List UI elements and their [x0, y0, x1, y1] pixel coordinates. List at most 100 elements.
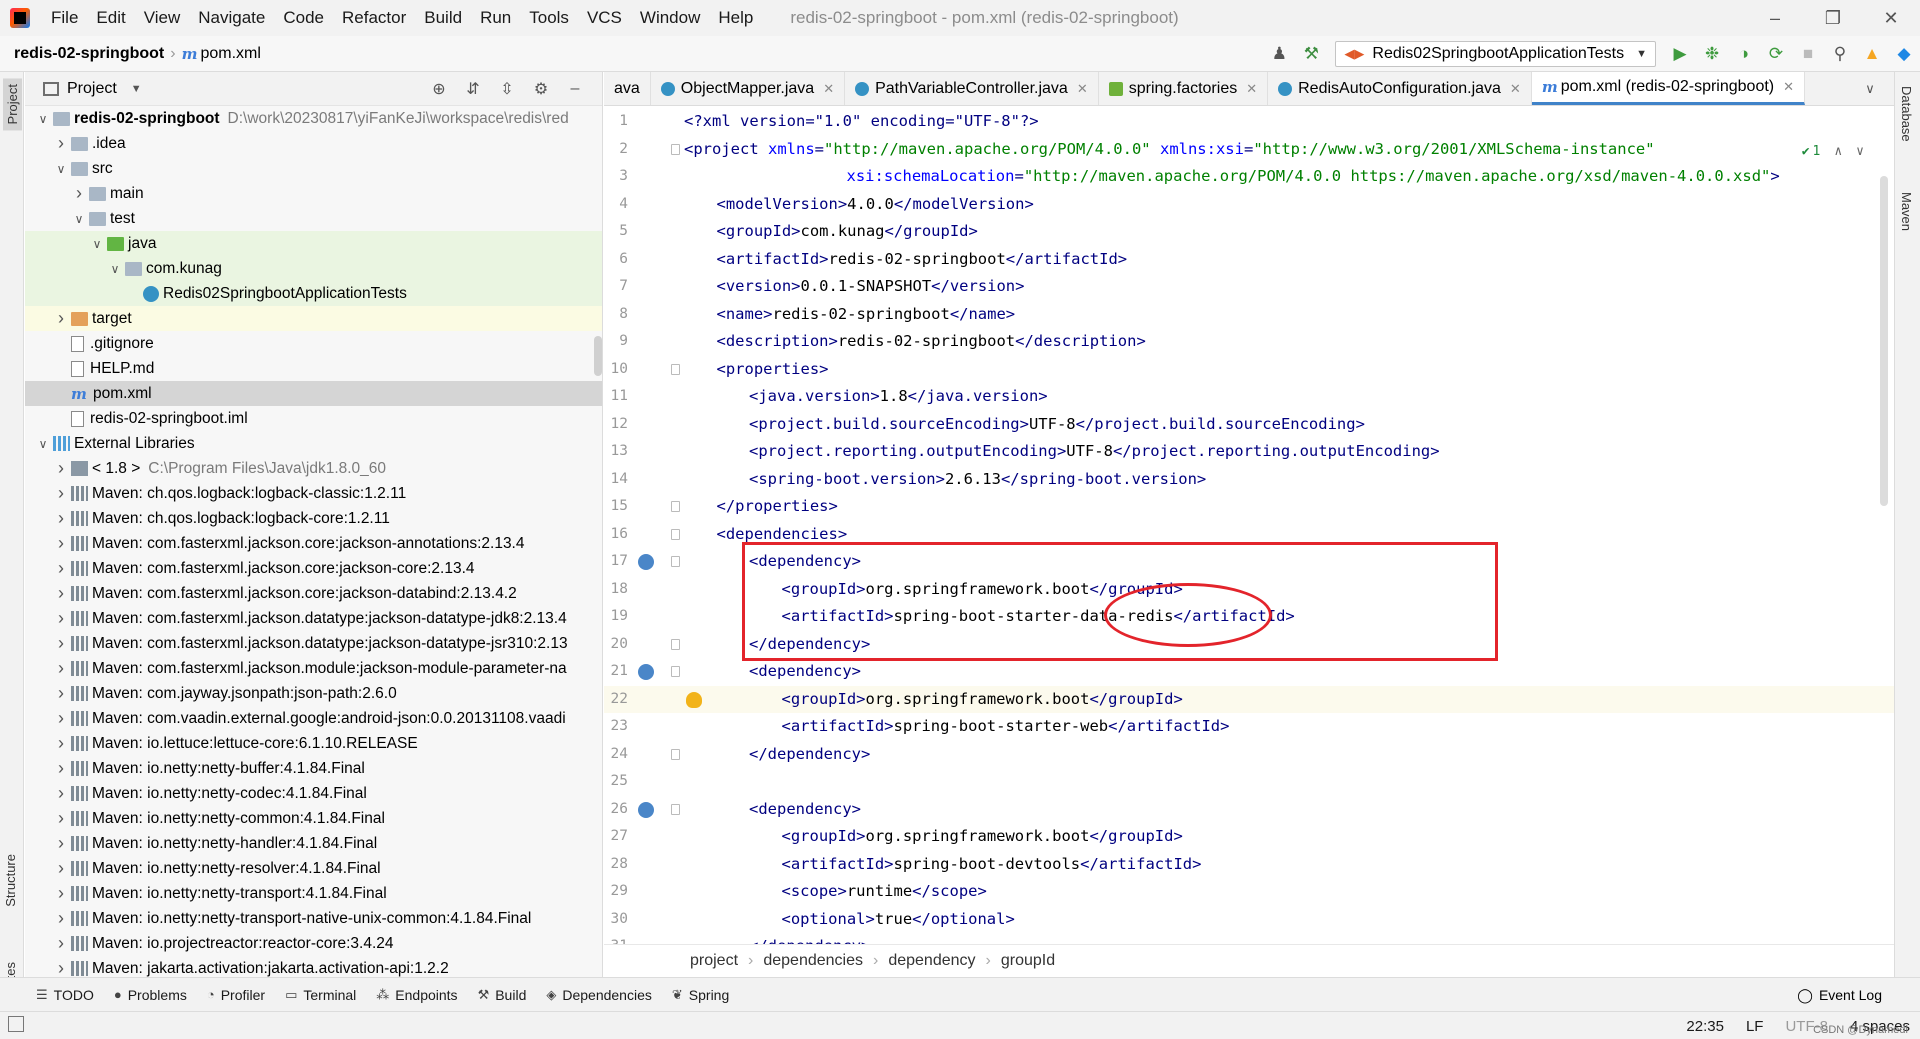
chevron-down-icon[interactable]: ▼ — [131, 83, 142, 95]
tree-item-gitignore[interactable]: .gitignore — [25, 331, 602, 356]
code-line[interactable]: 23 <artifactId>spring-boot-starter-web</a… — [604, 713, 1894, 741]
tool-dependencies-button[interactable]: ◈ Dependencies — [546, 987, 652, 1003]
tabs-dropdown-icon[interactable]: ∨ — [1846, 72, 1894, 105]
tool-windows-toggle-icon[interactable] — [8, 1016, 24, 1032]
stop-icon[interactable]: ■ — [1794, 40, 1822, 68]
update-icon[interactable]: ▲ — [1858, 40, 1886, 68]
menu-refactor[interactable]: Refactor — [333, 0, 415, 36]
tree-item-redis-02-springboot[interactable]: ∨ redis-02-springboot D:\work\20230817\yiF… — [25, 106, 602, 131]
code-line[interactable]: 1 <?xml version="1.0" encoding="UTF-8"?> — [604, 108, 1894, 136]
project-view-select[interactable]: Project — [67, 80, 117, 98]
code-line[interactable]: 5 <groupId>com.kunag</groupId> — [604, 218, 1894, 246]
chevron-right-icon[interactable]: › — [53, 758, 69, 779]
tree-item-main[interactable]: › main — [25, 181, 602, 206]
chevron-right-icon[interactable]: › — [53, 608, 69, 629]
chevron-right-icon[interactable]: › — [53, 783, 69, 804]
tree-item-help-md[interactable]: HELP.md — [25, 356, 602, 381]
tree-item-maven-io-netty-netty-transport-4-1-84-final[interactable]: › Maven: io.netty:netty-transport:4.1.84.… — [25, 881, 602, 906]
tree-item-maven-com-vaadin-external-google-android-json-0-0-20131108-vaadi[interactable]: › Maven: com.vaadin.external.google:andro… — [25, 706, 602, 731]
tree-item-1-8[interactable]: › < 1.8 > C:\Program Files\Java\jdk1.8.0_6… — [25, 456, 602, 481]
code-line[interactable]: 11 <java.version>1.8</java.version> — [604, 383, 1894, 411]
tool-build-button[interactable]: ⚒ Build — [478, 987, 527, 1003]
chevron-down-icon[interactable]: ∨ — [107, 262, 123, 276]
tree-item-maven-com-fasterxml-jackson-core-jackson-core-2-13-4[interactable]: › Maven: com.fasterxml.jackson.core:jacks… — [25, 556, 602, 581]
jetbrains-toolbox-icon[interactable]: ◆ — [1890, 40, 1918, 68]
code-line[interactable]: 15 </properties> — [604, 493, 1894, 521]
chevron-right-icon[interactable]: › — [53, 633, 69, 654]
tree-item-maven-io-netty-netty-resolver-4-1-84-final[interactable]: › Maven: io.netty:netty-resolver:4.1.84.F… — [25, 856, 602, 881]
chevron-right-icon[interactable]: › — [53, 558, 69, 579]
code-line[interactable]: 28 <artifactId>spring-boot-devtools</arti… — [604, 851, 1894, 879]
code-line[interactable]: 6 <artifactId>redis-02-springboot</artifa… — [604, 246, 1894, 274]
code-line[interactable]: 14 <spring-boot.version>2.6.13</spring-bo… — [604, 466, 1894, 494]
minimize-icon[interactable]: – — [1746, 0, 1804, 36]
xml-breadcrumb-dependencies[interactable]: dependencies — [763, 952, 863, 970]
tree-item-maven-jakarta-activation-jakarta-activation-api-1-2-2[interactable]: › Maven: jakarta.activation:jakarta.activ… — [25, 956, 602, 977]
tree-item-maven-io-netty-netty-codec-4-1-84-final[interactable]: › Maven: io.netty:netty-codec:4.1.84.Fina… — [25, 781, 602, 806]
code-area[interactable]: ✔ 1 ∧ ∨ 1 <?xml version="1.0" encoding="U… — [604, 106, 1894, 944]
code-line[interactable]: 21 <dependency> — [604, 658, 1894, 686]
build-hammer-icon[interactable]: ⚒ — [1297, 40, 1325, 68]
tool-todo-button[interactable]: ☰ TODO — [36, 987, 94, 1003]
hide-panel-icon[interactable]: – — [561, 75, 589, 103]
tool-spring-button[interactable]: ❦ Spring — [672, 987, 729, 1003]
profile-icon[interactable]: ⟳ — [1762, 40, 1790, 68]
user-icon[interactable]: ♟ — [1265, 40, 1293, 68]
code-line[interactable]: 12 <project.build.sourceEncoding>UTF-8</p… — [604, 411, 1894, 439]
chevron-down-icon[interactable]: ∨ — [35, 437, 51, 451]
close-icon[interactable]: ✕ — [1510, 81, 1521, 97]
tree-item-java[interactable]: ∨ java — [25, 231, 602, 256]
tree-item-com-kunag[interactable]: ∨ com.kunag — [25, 256, 602, 281]
tree-item-redis-02-springboot-iml[interactable]: redis-02-springboot.iml — [25, 406, 602, 431]
dependency-gutter-icon[interactable] — [638, 664, 654, 680]
tree-item-maven-ch-qos-logback-logback-core-1-2-11[interactable]: › Maven: ch.qos.logback:logback-core:1.2.… — [25, 506, 602, 531]
gear-icon[interactable]: ⚙ — [527, 75, 555, 103]
menu-navigate[interactable]: Navigate — [189, 0, 274, 36]
code-line[interactable]: 2 <project xmlns="http://maven.apache.org… — [604, 136, 1894, 164]
tree-item-target[interactable]: › target — [25, 306, 602, 331]
lightbulb-icon[interactable] — [686, 691, 702, 708]
chevron-right-icon[interactable]: › — [53, 858, 69, 879]
dependency-gutter-icon[interactable] — [638, 801, 654, 818]
run-configuration-select[interactable]: ◀▶ Redis02SpringbootApplicationTests ▼ — [1335, 41, 1656, 67]
tree-item-maven-io-projectreactor-reactor-core-3-4-24[interactable]: › Maven: io.projectreactor:reactor-core:3… — [25, 931, 602, 956]
chevron-right-icon[interactable]: › — [53, 658, 69, 679]
run-icon[interactable]: ▶ — [1666, 40, 1694, 68]
code-line[interactable]: 9 <description>redis-02-springboot</descr… — [604, 328, 1894, 356]
chevron-right-icon[interactable]: › — [53, 883, 69, 904]
tree-item-maven-com-fasterxml-jackson-module-jackson-module-parameter-na[interactable]: › Maven: com.fasterxml.jackson.module:jac… — [25, 656, 602, 681]
chevron-right-icon[interactable]: › — [53, 133, 69, 154]
close-icon[interactable]: ✕ — [1077, 81, 1088, 97]
code-line[interactable]: 13 <project.reporting.outputEncoding>UTF-… — [604, 438, 1894, 466]
tree-item-maven-ch-qos-logback-logback-classic-1-2-11[interactable]: › Maven: ch.qos.logback:logback-classic:1… — [25, 481, 602, 506]
tree-item-maven-com-fasterxml-jackson-core-jackson-databind-2-13-4-2[interactable]: › Maven: com.fasterxml.jackson.core:jacks… — [25, 581, 602, 606]
code-line[interactable]: 3 xsi:schemaLocation="http://maven.apache… — [604, 163, 1894, 191]
debug-icon[interactable]: ❉ — [1698, 40, 1726, 68]
scrollbar[interactable] — [594, 336, 602, 376]
tree-item-maven-com-fasterxml-jackson-datatype-jackson-datatype-jsr310-2-13[interactable]: › Maven: com.fasterxml.jackson.datatype:j… — [25, 631, 602, 656]
tab-spring-factories[interactable]: spring.factories ✕ — [1099, 72, 1269, 105]
tool-endpoints-button[interactable]: ⁂ Endpoints — [376, 987, 457, 1003]
tree-item-maven-io-netty-netty-common-4-1-84-final[interactable]: › Maven: io.netty:netty-common:4.1.84.Fin… — [25, 806, 602, 831]
caret-position[interactable]: 22:35 — [1686, 1018, 1724, 1035]
tab-pom-xml-redis-02-springboot[interactable]: m pom.xml (redis-02-springboot) ✕ — [1531, 72, 1806, 105]
code-line[interactable]: 25 — [604, 768, 1894, 796]
code-line[interactable]: 4 <modelVersion>4.0.0</modelVersion> — [604, 191, 1894, 219]
fold-marker-icon[interactable] — [671, 363, 680, 375]
fold-marker-icon[interactable] — [671, 803, 680, 815]
line-separator[interactable]: LF — [1746, 1018, 1764, 1035]
code-line[interactable]: 10 <properties> — [604, 356, 1894, 384]
breadcrumb-project[interactable]: redis-02-springboot — [14, 45, 164, 63]
chevron-right-icon[interactable]: › — [53, 908, 69, 929]
chevron-right-icon[interactable]: › — [53, 308, 69, 329]
restore-icon[interactable]: ❐ — [1804, 0, 1862, 36]
chevron-right-icon[interactable]: › — [53, 583, 69, 604]
fold-marker-icon[interactable] — [671, 748, 680, 760]
tree-item-test[interactable]: ∨ test — [25, 206, 602, 231]
tool-terminal-button[interactable]: ▭ Terminal — [285, 987, 356, 1003]
fold-marker-icon[interactable] — [671, 501, 680, 512]
chevron-right-icon[interactable]: › — [53, 483, 69, 504]
menu-help[interactable]: Help — [709, 0, 762, 36]
chevron-right-icon[interactable]: › — [53, 458, 69, 479]
chevron-right-icon[interactable]: › — [53, 808, 69, 829]
